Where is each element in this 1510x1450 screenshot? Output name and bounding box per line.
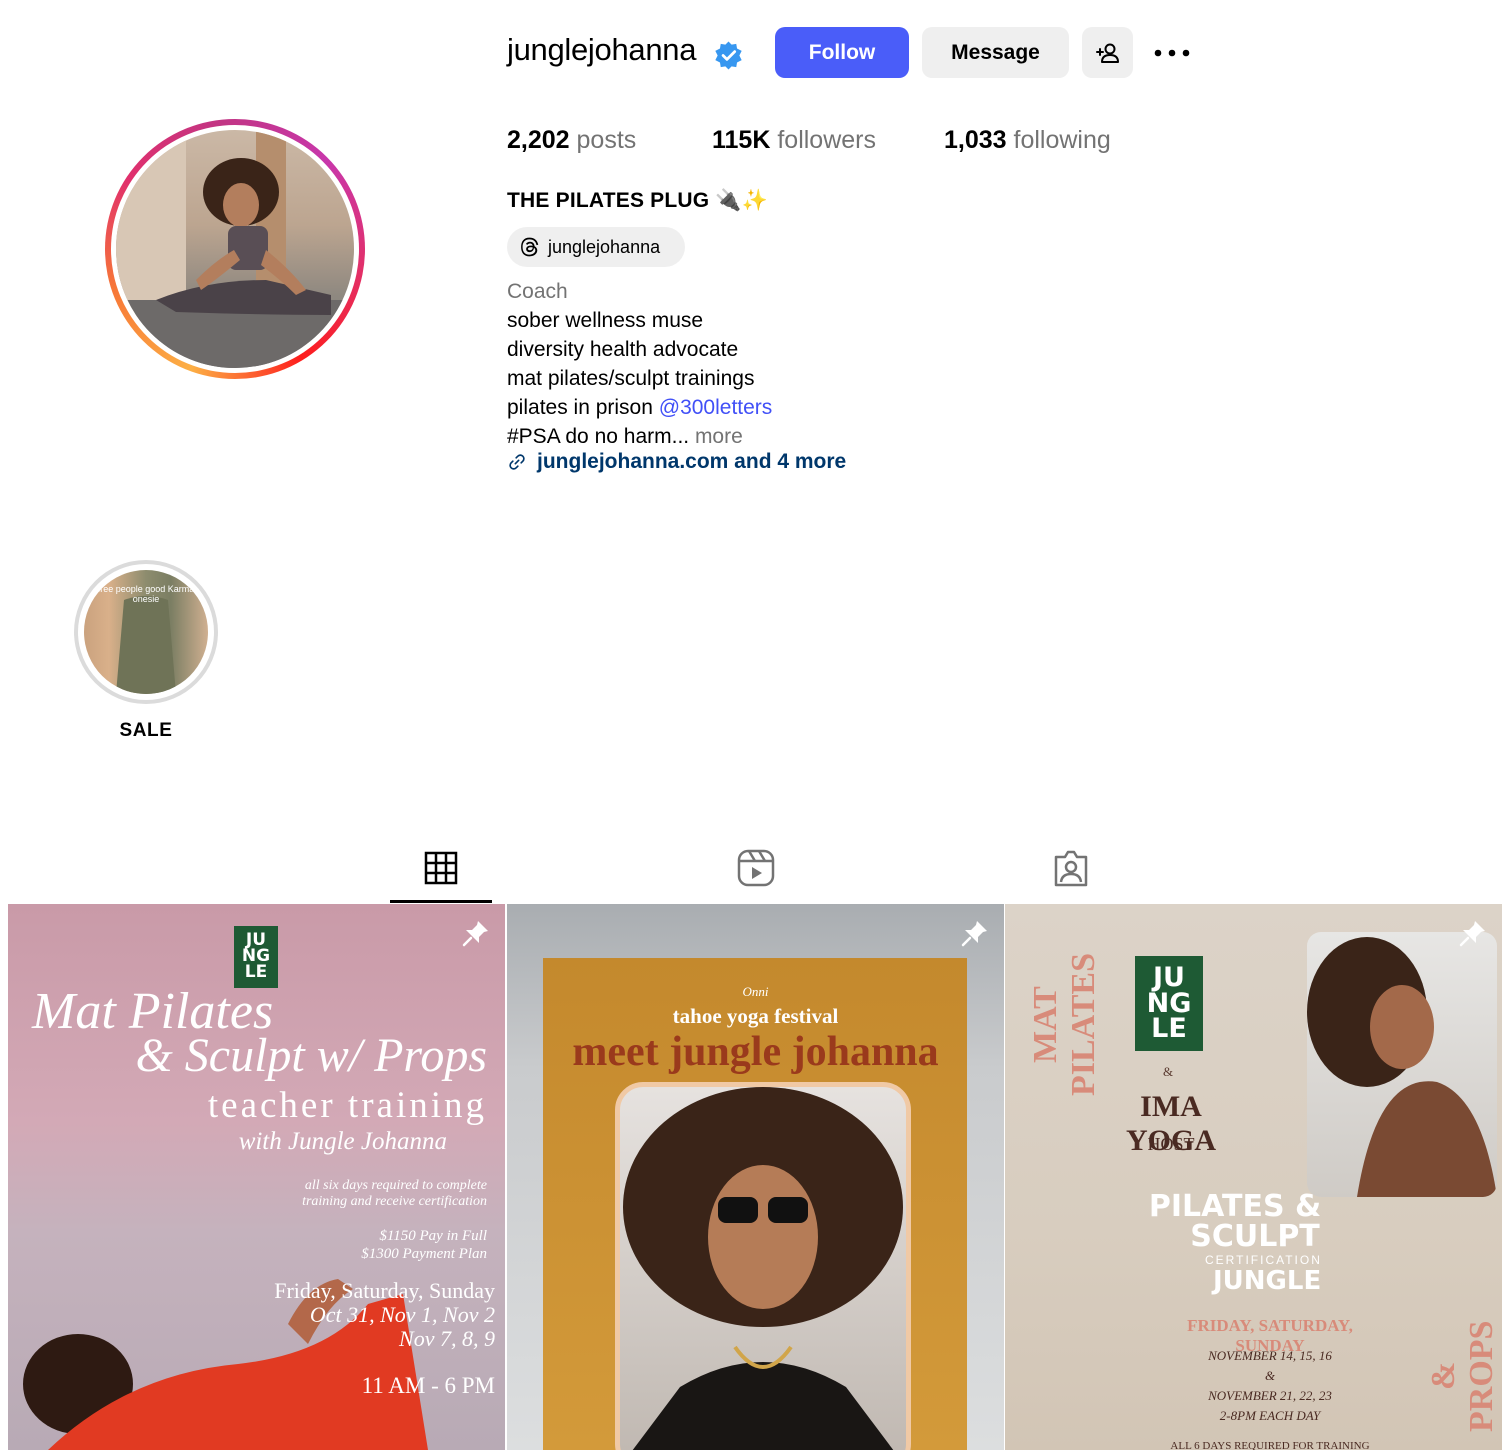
followers-label: followers: [777, 126, 876, 154]
post-festival: tahoe yoga festival: [672, 1004, 839, 1028]
post-headline: meet jungle johanna: [572, 1029, 939, 1075]
highlight-cover: free people good Karma onesie: [84, 570, 208, 694]
grid-icon: [424, 851, 458, 885]
follow-button[interactable]: Follow: [775, 27, 909, 78]
bio-line: sober wellness muse: [507, 309, 704, 332]
add-user-icon: [1095, 43, 1119, 63]
post-dates: NOVEMBER 14, 15, 16: [1208, 1348, 1332, 1363]
tagged-icon: [1054, 850, 1088, 887]
post-time: 2-8PM EACH DAY: [1219, 1408, 1321, 1423]
post-price: $1150 Pay in Full: [379, 1228, 487, 1244]
profile-avatar[interactable]: [105, 119, 365, 379]
bio-more-link[interactable]: more: [689, 425, 743, 448]
post-brand: Onni: [742, 984, 769, 999]
post-thumbnail[interactable]: MAT PILATES JU NG LE & IMA YOGA HOST PIL…: [1005, 904, 1502, 1450]
cert-line: PILATES &: [1148, 1189, 1322, 1224]
reels-icon: [737, 849, 775, 887]
bio-line: diversity health advocate: [507, 338, 739, 361]
threads-handle: junglejohanna: [548, 236, 661, 257]
jungle-logo: JU NG LE: [1135, 956, 1203, 1051]
post-portrait: [1307, 937, 1497, 1197]
jungle-logo: JU NG LE: [234, 926, 278, 988]
following-count: 1,033: [944, 126, 1007, 154]
post-dates: NOVEMBER 21, 22, 23: [1208, 1388, 1332, 1403]
post-side-text: MAT PILATES: [1027, 953, 1102, 1097]
profile-username: junglejohanna: [507, 32, 697, 67]
followers-count: 115K: [712, 126, 771, 154]
post-heading: teacher training: [207, 1085, 487, 1126]
post-portrait-frame: [1307, 932, 1497, 1197]
post-host: HOST: [1147, 1134, 1195, 1154]
bio-line: #PSA do no harm...: [507, 425, 690, 448]
post-dates: Oct 31, Nov 1, Nov 2: [309, 1302, 495, 1327]
post-subtitle: & Sculpt w/ Props: [135, 1029, 487, 1082]
highlight-cover-text: free people good Karma onesie: [97, 584, 195, 604]
post-cert-title: PILATES & SCULPT: [1115, 1192, 1355, 1252]
tab-tagged[interactable]: [1051, 848, 1091, 888]
pin-icon: [462, 921, 488, 947]
post-footer: ALL 6 DAYS REQUIRED FOR TRAINING: [1170, 1440, 1370, 1450]
post-thumbnail[interactable]: JU NG LE Mat Pilates & Sculpt w/ Props t…: [8, 904, 505, 1450]
post-cert-brand: JUNGLE: [1213, 1266, 1322, 1296]
logo-line: JU: [1153, 962, 1185, 993]
verified-badge-icon: [715, 41, 742, 70]
post-instructor: with Jungle Johanna: [238, 1128, 447, 1155]
more-options-button[interactable]: [1150, 36, 1194, 70]
following-stat[interactable]: 1,033 following: [944, 126, 1111, 155]
message-button[interactable]: Message: [922, 27, 1069, 78]
avatar-photo: [116, 130, 354, 368]
post-side-text: & PROPS: [1425, 1320, 1500, 1432]
active-tab-indicator: [390, 900, 492, 903]
profile-full-name: THE PILATES PLUG 🔌✨: [507, 189, 769, 212]
following-label: following: [1013, 126, 1111, 154]
logo-line: LE: [244, 962, 268, 983]
bio-mention-link[interactable]: @300letters: [659, 396, 773, 419]
ellipsis-icon: [1154, 49, 1190, 57]
post-portrait-frame: [615, 1082, 911, 1450]
external-link-text: junglejohanna.com and 4 more: [537, 450, 847, 473]
post-price: $1300 Payment Plan: [361, 1246, 487, 1262]
post-cert-subtitle: CERTIFICATION: [1205, 1253, 1322, 1267]
external-links[interactable]: junglejohanna.com and 4 more: [507, 450, 846, 474]
highlight-label: SALE: [119, 720, 173, 741]
tab-reels[interactable]: [736, 848, 776, 888]
posts-count: 2,202: [507, 126, 570, 154]
profile-category: Coach: [507, 280, 568, 303]
cert-line: SCULPT: [1190, 1219, 1320, 1254]
posts-stat: 2,202 posts: [507, 126, 636, 155]
post-thumbnail[interactable]: Onni tahoe yoga festival meet jungle joh…: [507, 904, 1004, 1450]
post-time: 11 AM - 6 PM: [361, 1373, 495, 1398]
post-portrait: [623, 1087, 903, 1450]
logo-line: LE: [1151, 1013, 1187, 1045]
link-icon: [509, 454, 525, 470]
pin-icon: [961, 921, 987, 947]
suggest-accounts-button[interactable]: [1082, 27, 1133, 78]
story-highlight[interactable]: free people good Karma onesie: [74, 560, 218, 704]
avatar-figure: [116, 130, 354, 368]
posts-label: posts: [576, 126, 637, 154]
post-note: all six days required to complete traini…: [302, 1178, 487, 1209]
profile-bio: Coach sober wellness muse diversity heal…: [507, 277, 772, 451]
post-days: Friday, Saturday, Sunday: [274, 1278, 495, 1303]
post-dates: Nov 7, 8, 9: [399, 1326, 495, 1351]
threads-badge[interactable]: junglejohanna: [507, 227, 685, 267]
threads-icon: [521, 237, 539, 257]
bio-line: mat pilates/sculpt trainings: [507, 367, 755, 390]
pin-icon: [1459, 921, 1485, 947]
post-amp: &: [1264, 1368, 1276, 1383]
tab-posts[interactable]: [421, 848, 461, 888]
bio-line-psa: #PSA do no harm... more: [507, 422, 772, 451]
post-amp: &: [1163, 1064, 1174, 1079]
followers-stat[interactable]: 115K followers: [712, 126, 876, 155]
bio-line: pilates in prison: [507, 396, 659, 419]
bio-line-prison: pilates in prison @300letters: [507, 393, 772, 422]
